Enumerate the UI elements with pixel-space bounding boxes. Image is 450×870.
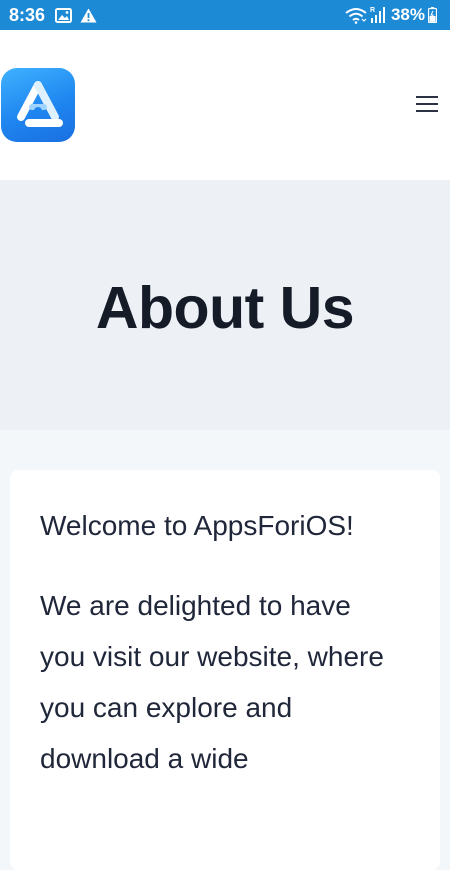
hamburger-menu-icon[interactable] bbox=[415, 92, 439, 116]
hero-banner: About Us bbox=[0, 180, 450, 430]
image-icon bbox=[55, 7, 73, 23]
warning-icon bbox=[80, 8, 97, 23]
battery-percentage: 38% bbox=[390, 5, 425, 24]
site-header bbox=[0, 30, 450, 180]
wifi-icon bbox=[345, 7, 367, 24]
status-bar: 8:36 R 38% bbox=[0, 0, 450, 30]
status-time: 8:36 bbox=[9, 4, 46, 25]
appsforios-logo-icon[interactable] bbox=[1, 68, 75, 142]
signal-icon: R bbox=[370, 6, 386, 24]
page-title: About Us bbox=[95, 275, 355, 341]
content-card: Welcome to AppsForiOS! We are delighted … bbox=[10, 470, 440, 870]
status-left: 8:36 bbox=[9, 5, 105, 26]
svg-text:R: R bbox=[370, 7, 375, 14]
main-content: Welcome to AppsForiOS! We are delighted … bbox=[0, 430, 450, 870]
welcome-text: Welcome to AppsForiOS! bbox=[40, 510, 354, 541]
status-right: R 38% bbox=[345, 5, 440, 25]
intro-paragraph: We are delighted to have you visit our w… bbox=[40, 590, 384, 774]
battery-icon bbox=[428, 7, 437, 23]
